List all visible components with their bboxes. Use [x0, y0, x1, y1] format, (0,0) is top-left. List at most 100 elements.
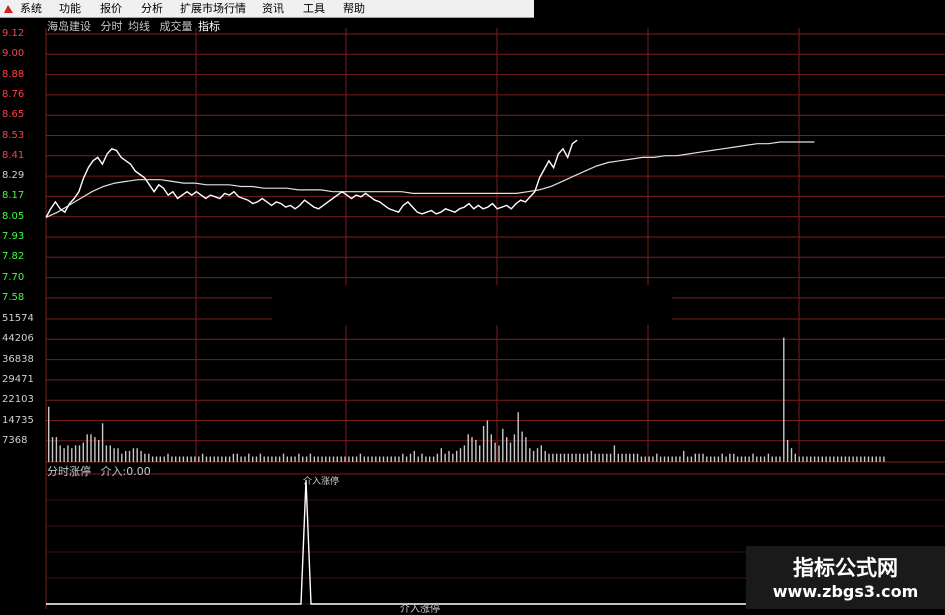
volume-bar	[879, 456, 881, 462]
volume-bar	[517, 412, 519, 462]
volume-bar	[321, 456, 323, 462]
signal-label: 介入涨停	[303, 477, 340, 487]
intraday-chart[interactable]	[0, 0, 945, 609]
volume-bar	[663, 456, 666, 462]
volume-bar	[228, 456, 231, 462]
volume-bar	[221, 456, 223, 462]
volume-bar	[305, 456, 308, 462]
volume-tick-label: 29471	[2, 373, 34, 385]
volume-bar	[640, 456, 643, 462]
volume-bar	[136, 448, 138, 462]
volume-bar	[633, 453, 635, 462]
volume-bar	[498, 445, 500, 462]
volume-bar	[575, 453, 577, 462]
volume-bar	[506, 437, 508, 462]
price-tick-label: 9.00	[2, 48, 25, 60]
volume-bar	[55, 437, 58, 462]
volume-bar	[702, 453, 704, 462]
volume-bar	[317, 456, 319, 462]
volume-bar	[340, 456, 342, 462]
volume-bar	[444, 453, 446, 462]
indicator-value: 介入:0.00	[100, 465, 151, 478]
volume-bar	[98, 439, 100, 462]
volume-bar	[567, 453, 569, 462]
volume-bar	[532, 450, 535, 462]
volume-bar	[471, 437, 473, 462]
volume-bar	[452, 453, 454, 462]
average-price-line	[45, 141, 815, 218]
volume-bar	[552, 453, 554, 462]
volume-bar	[448, 450, 450, 462]
volume-bar	[405, 456, 408, 462]
volume-bar	[336, 456, 338, 462]
volume-bar	[621, 453, 623, 462]
volume-bar	[690, 456, 693, 462]
volume-bar	[525, 437, 527, 462]
volume-bar	[740, 456, 743, 462]
volume-bar	[571, 453, 573, 462]
price-tick-label: 8.29	[2, 170, 25, 182]
volume-bar	[186, 456, 188, 462]
volume-bar	[51, 437, 54, 462]
volume-bar	[848, 456, 850, 462]
volume-bar	[155, 456, 158, 462]
volume-bar	[606, 453, 608, 462]
signal-bottom-label: 介入涨停	[400, 604, 440, 615]
price-tick-label: 7.58	[2, 291, 25, 303]
volume-bar	[282, 453, 285, 462]
volume-bar	[579, 453, 581, 462]
price-tick-label: 7.82	[2, 251, 25, 263]
volume-bar	[209, 456, 211, 462]
volume-bar	[583, 453, 585, 462]
volume-bar	[421, 453, 423, 462]
volume-bar	[671, 456, 673, 462]
volume-bar	[201, 453, 204, 462]
volume-bar	[344, 456, 346, 462]
volume-bar	[479, 445, 481, 462]
volume-bar	[656, 453, 658, 462]
price-tick-label: 7.70	[2, 271, 25, 283]
volume-bar	[302, 456, 304, 462]
volume-bar	[101, 423, 104, 462]
volume-bar	[863, 456, 866, 462]
volume-bar	[529, 448, 531, 462]
volume-bar	[763, 456, 766, 462]
volume-bar	[71, 448, 73, 462]
volume-bar	[756, 456, 758, 462]
volume-bar	[548, 453, 550, 462]
volume-bar	[232, 453, 235, 462]
volume-bar	[78, 445, 81, 462]
volume-bar	[367, 456, 369, 462]
volume-bar	[275, 456, 277, 462]
volume-tick-label: 44206	[2, 333, 34, 345]
volume-bar	[783, 337, 785, 462]
volume-bar	[67, 445, 69, 462]
volume-bar	[117, 448, 119, 462]
volume-tick-label: 7368	[2, 434, 28, 446]
volume-bar	[286, 456, 288, 462]
volume-bar	[817, 456, 820, 462]
volume-bar	[352, 456, 354, 462]
volume-bar	[425, 456, 427, 462]
volume-bar	[775, 456, 777, 462]
volume-bar	[205, 456, 208, 462]
volume-bar	[255, 456, 258, 462]
watermark-url: www.zbgs3.com	[772, 582, 919, 601]
volume-bar	[544, 450, 546, 462]
volume-bar	[829, 456, 831, 462]
volume-bar	[825, 456, 827, 462]
volume-bar	[609, 453, 612, 462]
volume-bar	[456, 450, 458, 462]
volume-bar	[794, 453, 796, 462]
volume-bar	[598, 453, 600, 462]
volume-bar	[244, 456, 246, 462]
volume-bar	[94, 437, 96, 462]
volume-bar	[86, 434, 88, 462]
volume-bar	[736, 456, 739, 462]
volume-bar	[686, 456, 689, 462]
volume-bar	[198, 456, 200, 462]
volume-tick-label: 36838	[2, 353, 34, 365]
volume-bar	[725, 456, 727, 462]
volume-bar	[713, 456, 716, 462]
price-tick-label: 8.05	[2, 210, 25, 222]
